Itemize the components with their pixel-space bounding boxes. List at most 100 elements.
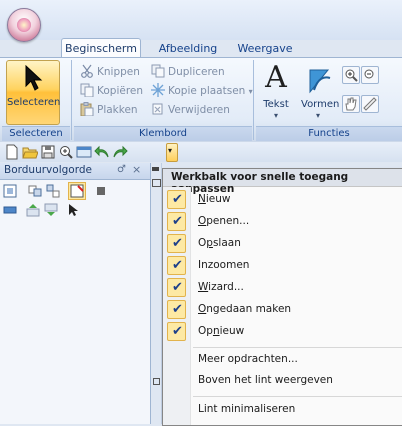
duplicate-icon	[151, 64, 165, 78]
customize-toolbar-button[interactable]: ▾	[166, 143, 178, 162]
menu-item-redo[interactable]: ✔ Opnieuw	[163, 321, 402, 343]
duplicate-button[interactable]: Dupliceren	[151, 64, 225, 81]
color-sort-icon[interactable]	[68, 182, 86, 200]
new-file-icon[interactable]	[4, 144, 20, 160]
menu-item-wizard[interactable]: ✔ Wizard...	[163, 277, 402, 299]
open-folder-icon[interactable]	[22, 144, 38, 160]
delete-label: Verwijderen	[168, 104, 230, 116]
select-button[interactable]: Selecteren	[6, 60, 60, 125]
copy-button[interactable]: Kopiëren	[80, 83, 143, 100]
panel-header: Borduurvolgorde ♂ ×	[0, 163, 150, 180]
check-icon: ✔	[167, 278, 186, 297]
zoom-in-button[interactable]	[342, 66, 360, 84]
application-menu-button[interactable]	[7, 8, 41, 42]
measure-button[interactable]	[361, 95, 379, 113]
copy-icon	[80, 83, 94, 97]
menu-item-save[interactable]: ✔ Opslaan	[163, 233, 402, 255]
check-icon: ✔	[167, 190, 186, 209]
scissors-icon	[81, 64, 93, 78]
delete-icon	[152, 103, 163, 115]
check-icon: ✔	[167, 300, 186, 319]
tab-weergave[interactable]: Weergave	[230, 40, 300, 57]
pin-icon[interactable]: ♂	[117, 164, 126, 175]
group-separator	[71, 60, 72, 140]
zoom-out-icon	[364, 69, 374, 79]
menu-item-label: Wizard...	[198, 281, 244, 293]
shapes-icon	[309, 69, 331, 94]
menu-item-label: Opslaan	[198, 237, 241, 249]
dropdown-arrow-icon: ▾	[248, 87, 253, 96]
menu-item-label: Ongedaan maken	[198, 303, 292, 315]
stop-icon[interactable]	[94, 184, 108, 198]
delete-button[interactable]: Verwijderen	[151, 102, 230, 119]
copy-label: Kopiëren	[97, 85, 144, 97]
clipboard-icon	[80, 102, 94, 116]
check-icon: ✔	[167, 212, 186, 231]
wizard-icon[interactable]	[76, 144, 92, 160]
menu-item-minimize-ribbon[interactable]: Lint minimaliseren	[163, 399, 402, 421]
cut-label: Knippen	[97, 66, 140, 78]
check-icon: ✔	[167, 256, 186, 275]
select-arrow-icon	[25, 65, 43, 91]
menu-item-open[interactable]: ✔ Openen...	[163, 211, 402, 233]
zoom-out-button[interactable]	[361, 66, 379, 84]
close-icon[interactable]: ×	[132, 163, 141, 176]
cut-button[interactable]: Knippen	[80, 64, 140, 81]
text-button-label: Tekst	[263, 99, 289, 110]
duplicate-label: Dupliceren	[168, 66, 225, 78]
ruler-marker-icon	[152, 167, 159, 171]
view-mode-icon[interactable]	[3, 203, 17, 217]
pan-button[interactable]	[342, 95, 360, 113]
redo-icon[interactable]	[112, 144, 128, 160]
group-label-select: Selecteren	[2, 126, 70, 141]
menu-item-label: Meer opdrachten...	[198, 353, 298, 365]
tab-afbeelding[interactable]: Afbeelding	[148, 40, 228, 57]
paste-button[interactable]: Plakken	[80, 102, 138, 119]
panel-title: Borduurvolgorde	[4, 164, 92, 176]
embroidery-order-panel: Borduurvolgorde ♂ ×	[0, 163, 151, 424]
menu-item-zoom-in[interactable]: ✔ Inzoomen	[163, 255, 402, 277]
shapes-button[interactable]: Vormen ▾	[299, 62, 339, 122]
zoom-in-icon[interactable]	[58, 144, 74, 160]
undo-icon[interactable]	[94, 144, 110, 160]
chevron-down-icon: ▾	[168, 146, 173, 155]
tab-beginscherm[interactable]: Beginscherm	[61, 38, 141, 58]
save-icon[interactable]	[40, 144, 56, 160]
zoom-in-icon	[345, 69, 358, 82]
select-button-label: Selecteren	[7, 97, 61, 108]
menu-item-new[interactable]: ✔ Nieuw	[163, 189, 402, 211]
move-down-icon[interactable]	[44, 203, 58, 217]
pointer-icon[interactable]	[66, 203, 80, 217]
paste-copy-label: Kopie plaatsen	[168, 85, 246, 97]
canvas-ruler-strip	[151, 163, 162, 424]
menu-item-undo[interactable]: ✔ Ongedaan maken	[163, 299, 402, 321]
menu-item-label: Openen...	[198, 215, 250, 227]
group-separator	[253, 60, 254, 140]
menu-header: Werkbalk voor snelle toegang aanpassen	[163, 169, 402, 195]
paste-copy-button[interactable]: Kopie plaatsen ▾	[151, 83, 253, 100]
group-icon[interactable]	[28, 184, 42, 198]
ruler-icon	[363, 97, 377, 111]
select-all-icon[interactable]	[3, 184, 17, 198]
menu-separator	[193, 347, 402, 348]
menu-item-label: Inzoomen	[198, 259, 250, 271]
sparkle-paste-icon	[151, 83, 165, 97]
group-label-functions: Functies	[256, 126, 402, 141]
group-label-clipboard: Klembord	[74, 126, 252, 141]
text-glyph: A	[265, 60, 287, 95]
menu-item-more-commands[interactable]: Meer opdrachten...	[163, 349, 402, 371]
dropdown-arrow-icon: ▾	[274, 111, 279, 120]
ungroup-icon[interactable]	[46, 184, 60, 198]
check-icon: ✔	[167, 322, 186, 341]
quick-access-toolbar: ▾	[0, 142, 402, 162]
menu-item-label: Nieuw	[198, 193, 231, 205]
title-bar	[0, 0, 402, 40]
move-up-icon[interactable]	[26, 203, 40, 217]
paste-label: Plakken	[97, 104, 138, 116]
ruler-marker-icon	[153, 378, 160, 385]
menu-item-show-above-ribbon[interactable]: Boven het lint weergeven	[163, 370, 402, 392]
flower-logo-icon	[17, 18, 31, 32]
ruler-marker-icon	[152, 179, 161, 187]
hand-icon	[345, 97, 357, 111]
text-button[interactable]: A Tekst ▾	[260, 60, 296, 122]
